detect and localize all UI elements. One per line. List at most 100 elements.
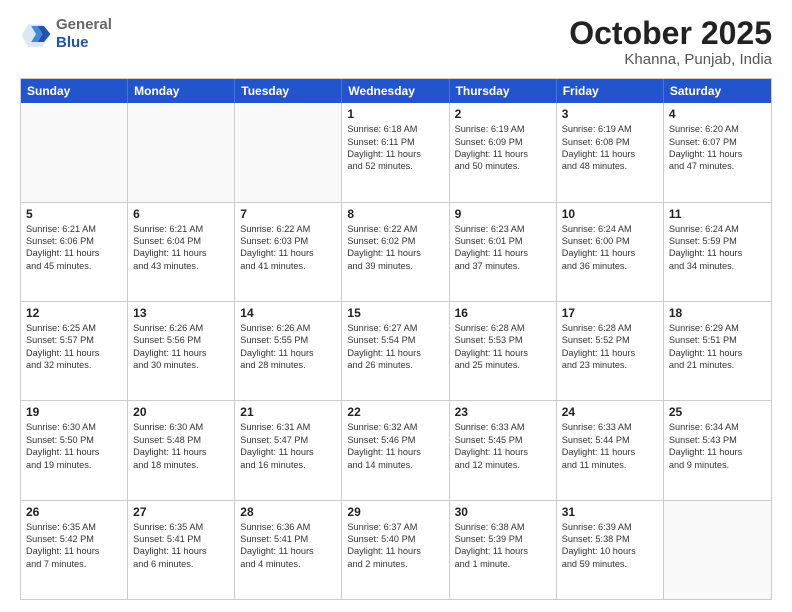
calendar-cell: 11Sunrise: 6:24 AMSunset: 5:59 PMDayligh… bbox=[664, 203, 771, 301]
cell-line: and 43 minutes. bbox=[133, 260, 229, 272]
calendar-cell: 25Sunrise: 6:34 AMSunset: 5:43 PMDayligh… bbox=[664, 401, 771, 499]
cell-line: Sunset: 5:42 PM bbox=[26, 533, 122, 545]
cell-line: Daylight: 11 hours bbox=[455, 446, 551, 458]
cell-line: Sunrise: 6:26 AM bbox=[240, 322, 336, 334]
page: General Blue October 2025 Khanna, Punjab… bbox=[0, 0, 792, 612]
calendar-cell: 28Sunrise: 6:36 AMSunset: 5:41 PMDayligh… bbox=[235, 501, 342, 599]
calendar-cell: 26Sunrise: 6:35 AMSunset: 5:42 PMDayligh… bbox=[21, 501, 128, 599]
cell-line: and 45 minutes. bbox=[26, 260, 122, 272]
cell-line: Sunset: 5:50 PM bbox=[26, 434, 122, 446]
cell-line: Sunset: 6:09 PM bbox=[455, 136, 551, 148]
calendar-row: 5Sunrise: 6:21 AMSunset: 6:06 PMDaylight… bbox=[21, 203, 771, 302]
cell-line: Sunrise: 6:38 AM bbox=[455, 521, 551, 533]
logo: General Blue bbox=[20, 16, 112, 52]
cell-line: Daylight: 11 hours bbox=[562, 347, 658, 359]
cell-line: and 37 minutes. bbox=[455, 260, 551, 272]
cell-line: Sunset: 5:38 PM bbox=[562, 533, 658, 545]
month-title: October 2025 bbox=[569, 16, 772, 51]
cell-line: and 41 minutes. bbox=[240, 260, 336, 272]
cell-line: and 16 minutes. bbox=[240, 459, 336, 471]
cell-line: and 19 minutes. bbox=[26, 459, 122, 471]
cell-line: and 6 minutes. bbox=[133, 558, 229, 570]
cell-line: and 48 minutes. bbox=[562, 160, 658, 172]
cell-line: Sunset: 6:02 PM bbox=[347, 235, 443, 247]
cell-line: and 39 minutes. bbox=[347, 260, 443, 272]
cell-line: Daylight: 11 hours bbox=[133, 545, 229, 557]
cell-line: Daylight: 11 hours bbox=[347, 148, 443, 160]
day-number: 27 bbox=[133, 505, 229, 519]
day-number: 20 bbox=[133, 405, 229, 419]
cell-line: Sunset: 5:41 PM bbox=[240, 533, 336, 545]
calendar-cell: 30Sunrise: 6:38 AMSunset: 5:39 PMDayligh… bbox=[450, 501, 557, 599]
weekday-header: Saturday bbox=[664, 79, 771, 103]
cell-line: Sunrise: 6:19 AM bbox=[562, 123, 658, 135]
calendar-row: 12Sunrise: 6:25 AMSunset: 5:57 PMDayligh… bbox=[21, 302, 771, 401]
cell-line: Sunset: 6:07 PM bbox=[669, 136, 766, 148]
cell-line: Daylight: 11 hours bbox=[240, 545, 336, 557]
cell-line: Sunset: 5:40 PM bbox=[347, 533, 443, 545]
calendar-cell: 21Sunrise: 6:31 AMSunset: 5:47 PMDayligh… bbox=[235, 401, 342, 499]
calendar-cell: 6Sunrise: 6:21 AMSunset: 6:04 PMDaylight… bbox=[128, 203, 235, 301]
calendar-cell: 16Sunrise: 6:28 AMSunset: 5:53 PMDayligh… bbox=[450, 302, 557, 400]
calendar-cell: 19Sunrise: 6:30 AMSunset: 5:50 PMDayligh… bbox=[21, 401, 128, 499]
cell-line: and 28 minutes. bbox=[240, 359, 336, 371]
cell-line: Sunrise: 6:28 AM bbox=[455, 322, 551, 334]
cell-line: Sunset: 5:57 PM bbox=[26, 334, 122, 346]
calendar-cell: 31Sunrise: 6:39 AMSunset: 5:38 PMDayligh… bbox=[557, 501, 664, 599]
calendar-cell: 3Sunrise: 6:19 AMSunset: 6:08 PMDaylight… bbox=[557, 103, 664, 201]
location: Khanna, Punjab, India bbox=[569, 51, 772, 68]
calendar-cell: 1Sunrise: 6:18 AMSunset: 6:11 PMDaylight… bbox=[342, 103, 449, 201]
cell-line: Sunrise: 6:23 AM bbox=[455, 223, 551, 235]
calendar-cell: 18Sunrise: 6:29 AMSunset: 5:51 PMDayligh… bbox=[664, 302, 771, 400]
cell-line: Sunrise: 6:32 AM bbox=[347, 421, 443, 433]
header: General Blue October 2025 Khanna, Punjab… bbox=[20, 16, 772, 68]
day-number: 6 bbox=[133, 207, 229, 221]
cell-line: Daylight: 11 hours bbox=[347, 446, 443, 458]
cell-line: Sunset: 5:46 PM bbox=[347, 434, 443, 446]
cell-line: Sunrise: 6:30 AM bbox=[133, 421, 229, 433]
day-number: 7 bbox=[240, 207, 336, 221]
cell-line: Sunset: 5:53 PM bbox=[455, 334, 551, 346]
weekday-header: Monday bbox=[128, 79, 235, 103]
weekday-header: Friday bbox=[557, 79, 664, 103]
calendar: SundayMondayTuesdayWednesdayThursdayFrid… bbox=[20, 78, 772, 600]
cell-line: Sunset: 5:39 PM bbox=[455, 533, 551, 545]
cell-line: and 30 minutes. bbox=[133, 359, 229, 371]
calendar-cell: 12Sunrise: 6:25 AMSunset: 5:57 PMDayligh… bbox=[21, 302, 128, 400]
cell-line: Daylight: 11 hours bbox=[240, 446, 336, 458]
calendar-cell bbox=[664, 501, 771, 599]
calendar-cell: 4Sunrise: 6:20 AMSunset: 6:07 PMDaylight… bbox=[664, 103, 771, 201]
cell-line: Daylight: 11 hours bbox=[240, 247, 336, 259]
cell-line: Sunrise: 6:22 AM bbox=[240, 223, 336, 235]
cell-line: and 59 minutes. bbox=[562, 558, 658, 570]
day-number: 4 bbox=[669, 107, 766, 121]
cell-line: Sunset: 5:51 PM bbox=[669, 334, 766, 346]
cell-line: Sunrise: 6:27 AM bbox=[347, 322, 443, 334]
cell-line: Sunset: 5:44 PM bbox=[562, 434, 658, 446]
logo-text: General Blue bbox=[56, 16, 112, 52]
calendar-cell: 23Sunrise: 6:33 AMSunset: 5:45 PMDayligh… bbox=[450, 401, 557, 499]
day-number: 28 bbox=[240, 505, 336, 519]
day-number: 21 bbox=[240, 405, 336, 419]
cell-line: and 34 minutes. bbox=[669, 260, 766, 272]
day-number: 31 bbox=[562, 505, 658, 519]
cell-line: and 47 minutes. bbox=[669, 160, 766, 172]
day-number: 2 bbox=[455, 107, 551, 121]
cell-line: Sunset: 6:04 PM bbox=[133, 235, 229, 247]
calendar-row: 1Sunrise: 6:18 AMSunset: 6:11 PMDaylight… bbox=[21, 103, 771, 202]
cell-line: and 52 minutes. bbox=[347, 160, 443, 172]
cell-line: and 11 minutes. bbox=[562, 459, 658, 471]
cell-line: Daylight: 11 hours bbox=[240, 347, 336, 359]
cell-line: Daylight: 10 hours bbox=[562, 545, 658, 557]
cell-line: Daylight: 11 hours bbox=[133, 347, 229, 359]
cell-line: Daylight: 11 hours bbox=[347, 247, 443, 259]
cell-line: and 21 minutes. bbox=[669, 359, 766, 371]
cell-line: and 32 minutes. bbox=[26, 359, 122, 371]
logo-general: General bbox=[56, 16, 112, 34]
day-number: 12 bbox=[26, 306, 122, 320]
calendar-cell: 13Sunrise: 6:26 AMSunset: 5:56 PMDayligh… bbox=[128, 302, 235, 400]
cell-line: Sunrise: 6:22 AM bbox=[347, 223, 443, 235]
calendar-cell: 5Sunrise: 6:21 AMSunset: 6:06 PMDaylight… bbox=[21, 203, 128, 301]
cell-line: Sunset: 5:41 PM bbox=[133, 533, 229, 545]
calendar-cell: 15Sunrise: 6:27 AMSunset: 5:54 PMDayligh… bbox=[342, 302, 449, 400]
